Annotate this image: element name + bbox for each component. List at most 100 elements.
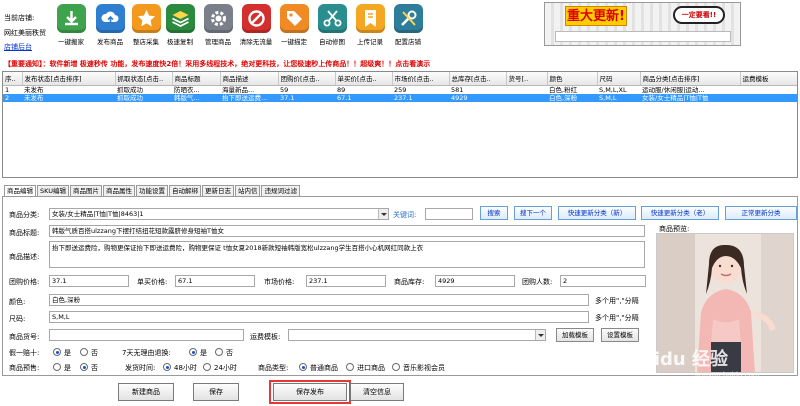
radio-label: 音乐影视会员 [403,364,445,372]
configure-shop-button[interactable]: 配置店铺 [389,4,427,50]
load-template-button[interactable]: 加载模板 [556,328,594,342]
column-header[interactable]: 序.. [3,72,23,86]
ship-time-label: 发货时间: [125,364,156,372]
size-input[interactable]: S,M,L [49,311,589,323]
type-import-radio[interactable] [346,363,354,371]
description-textarea[interactable]: 抬下即送运费险，购物更保证抬下即送运费险，购物更保证 t恤女夏2018新款短袖韩… [49,241,645,268]
keyword-input[interactable] [425,208,473,220]
column-header[interactable]: 商品描述 [220,72,279,86]
radio-label: 进口商品 [357,364,385,372]
column-header[interactable]: 单买价[点击.. [335,72,393,86]
banner-strip [555,31,731,42]
chevron-down-icon [378,209,388,219]
table-cell: S,M,L,XL [599,85,627,94]
table-cell: 防晒衣... [174,85,200,94]
fake-compensation-no-radio[interactable] [80,348,88,356]
product-grid[interactable]: 序.. 发布状态[点击排序] 抓取状态[点击.. 商品标题 商品描述 团购价[点… [2,71,798,178]
market-price-input[interactable]: 237.1 [306,275,386,287]
color-input[interactable]: 白色,深粉 [49,294,589,306]
search-button[interactable]: 搜索 [480,206,508,220]
upload-icon [95,4,125,33]
column-header[interactable]: 尺码 [597,72,641,86]
quick-update-category-old-button[interactable]: 快速更新分类（老） [641,206,719,220]
upload-records-button[interactable]: 上传记录 [351,4,389,50]
column-header[interactable]: 总库存[点击.. [449,72,507,86]
freight-template-label: 运费模板: [250,333,281,341]
save-button[interactable]: 保存 [193,383,239,401]
toolbar-label: 发布商品 [97,38,123,46]
column-header[interactable]: 发布状态[点击排序] [22,72,116,86]
column-header[interactable]: 货号[.. [506,72,548,86]
toolbar-label: 整店采集 [133,38,159,46]
table-cell [506,93,547,102]
ship-48h-radio[interactable] [163,363,171,371]
table-cell: 2 [3,93,22,102]
shop-backend-link[interactable]: 店铺后台 [4,42,32,52]
table-cell: 259 [394,85,407,94]
quick-update-category-new-button[interactable]: 快速更新分类（新） [558,206,636,220]
table-cell: 67.1 [335,93,392,102]
search-next-button[interactable]: 搜下一个 [514,206,552,220]
freight-template-select[interactable] [288,329,546,341]
keyword-label: 关键词: [393,211,417,219]
one-click-fix-button[interactable]: 一键描定 [275,4,313,50]
new-product-button[interactable]: 新建商品 [118,383,174,401]
table-cell: S,M,L [597,93,640,102]
column-header[interactable]: 颜色 [547,72,598,86]
stock-input[interactable]: 4929 [435,275,515,287]
table-row[interactable]: 1 未发布 抓取成功 防晒衣... 海量新品... 59 89 259 581 … [3,85,797,94]
clear-info-button[interactable]: 清空信息 [350,383,404,401]
ship-24h-radio[interactable] [203,363,211,371]
grid-header-row: 序.. 发布状态[点击排序] 抓取状态[点击.. 商品标题 商品描述 团购价[点… [3,72,797,86]
category-select[interactable]: 女装/女士精品|T恤|T恤|8463|1 [49,208,389,220]
table-row-selected[interactable]: 2 未发布 抓取成功 韩版气... 抬下即送运费... 37.1 67.1 23… [3,93,797,102]
table-cell: 海量新品... [222,85,255,94]
shop-collect-button[interactable]: 整店采集 [127,4,165,50]
column-header[interactable]: 市场价[点击.. [392,72,450,86]
manage-products-button[interactable]: 管理商品 [199,4,237,50]
table-cell: 237.1 [392,93,449,102]
promo-banner[interactable]: 重大更新! 一定要看!! [544,2,741,46]
group-count-input[interactable]: 2 [560,275,646,287]
title-label: 商品标题: [9,229,40,237]
normal-update-category-button[interactable]: 正常更新分类 [725,206,797,220]
fake-compensation-yes-radio[interactable] [53,348,61,356]
scissors-icon [317,4,347,33]
table-cell: 1 [5,85,10,94]
top-toolbar: 当前店铺: 网红美丽秩贸 店铺后台 一键搬家 发布商品 整店采集 极速复制 管理… [0,0,800,57]
clear-no-traffic-button[interactable]: 清除无流量 [237,4,275,50]
title-input[interactable]: 韩版气质百搭ulzzang下摆打结扭花短款露脐修身短袖T恤女 [49,225,645,237]
set-template-button[interactable]: 设置模板 [601,328,639,342]
toolbar-label: 清除无流量 [239,38,273,46]
group-price-input[interactable]: 37.1 [49,275,129,287]
table-cell: 抓取成功 [117,85,143,94]
presale-no-radio[interactable] [80,363,88,371]
presale-yes-radio[interactable] [53,363,61,371]
publish-product-button[interactable]: 发布商品 [91,4,129,50]
return-7days-no-radio[interactable] [215,348,223,356]
column-header[interactable]: 运费模板 [740,72,797,86]
return-7days-yes-radio[interactable] [189,348,197,356]
save-and-publish-button[interactable]: 保存发布 [273,383,347,401]
type-music-membership-radio[interactable] [392,363,400,371]
column-header[interactable]: 抓取状态[点击.. [115,72,173,86]
toolbar-label: 自动修图 [319,38,345,46]
auto-retouch-button[interactable]: 自动修图 [313,4,351,50]
single-price-input[interactable]: 67.1 [175,275,255,287]
no-entry-icon [241,4,271,33]
bookmark-icon [355,4,385,33]
type-normal-radio[interactable] [299,363,307,371]
column-header[interactable]: 商品分类[点击排序] [640,72,741,86]
table-cell [740,85,797,94]
table-cell [506,85,547,94]
column-header[interactable]: 团购价[点击.. [278,72,336,86]
one-click-move-button[interactable]: 一键搬家 [52,4,90,50]
radio-label: 是 [64,364,71,372]
group-count-label: 团购人数: [522,278,553,286]
sku-input[interactable] [49,329,244,341]
table-cell: 59 [280,85,289,94]
column-header[interactable]: 商品标题 [172,72,221,86]
fast-copy-button[interactable]: 极速复制 [161,4,199,50]
important-notice[interactable]: 【重要通知】：软件新增 极速秒传 功能，发布速度快2倍！采用多线程技术，绝对更科… [4,59,430,69]
table-cell: 白色,粉红 [549,85,578,94]
